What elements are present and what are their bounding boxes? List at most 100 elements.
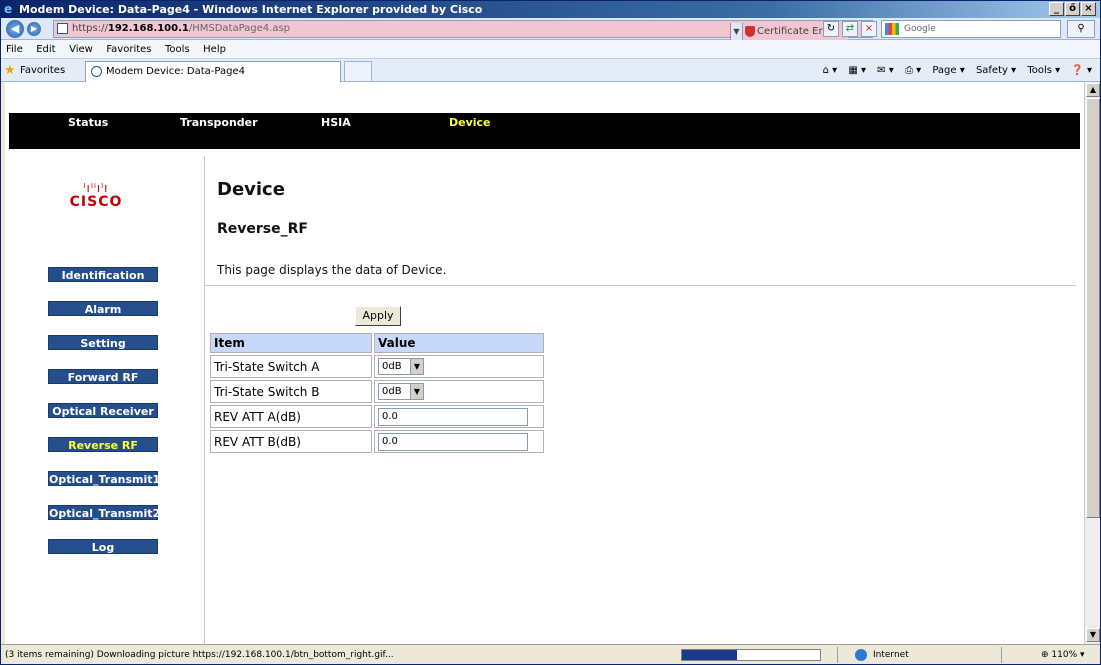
forward-button[interactable]: ▶ — [27, 22, 41, 36]
tri-state-switch-a-select[interactable]: 0dB ▼ — [378, 358, 424, 375]
search-placeholder: Google — [904, 24, 936, 34]
sidebar-item-forward-rf[interactable]: Forward RF — [48, 369, 158, 384]
page-description: This page displays the data of Device. — [217, 263, 447, 277]
page-menu[interactable]: Page ▾ — [932, 65, 964, 76]
select-value: 0dB — [382, 386, 402, 397]
stop-icon[interactable]: × — [861, 21, 877, 37]
help-icon[interactable]: ❓ ▾ — [1071, 65, 1092, 76]
column-header-value: Value — [374, 333, 544, 353]
favorites-bar: ★ Favorites Modem Device: Data-Page4 ⌂ ▾… — [1, 59, 1100, 82]
sidebar-item-log[interactable]: Log — [48, 539, 158, 554]
scroll-up-icon[interactable]: ▲ — [1086, 83, 1100, 97]
scroll-thumb[interactable] — [1086, 98, 1100, 518]
menu-edit[interactable]: Edit — [31, 40, 60, 59]
window-title: Modem Device: Data-Page4 - Windows Inter… — [19, 3, 483, 16]
data-table: Item Value Tri-State Switch A 0dB ▼ Tri-… — [208, 331, 546, 455]
row-label: Tri-State Switch A — [210, 355, 372, 378]
url-path: /HMSDataPage4.asp — [188, 23, 291, 34]
new-tab-button[interactable] — [344, 61, 372, 82]
menu-view[interactable]: View — [64, 40, 98, 59]
progress-fill — [682, 650, 738, 660]
search-icon[interactable]: ⚲ — [1067, 20, 1095, 38]
sidebar-item-alarm[interactable]: Alarm — [48, 301, 158, 316]
url-input[interactable]: https://192.168.100.1/HMSDataPage4.asp ▼… — [53, 20, 873, 41]
table-row: REV ATT A(dB) 0.0 — [210, 405, 544, 428]
page-viewport: Status Transponder HSIA Device ˡıˡˡıˡı C… — [5, 82, 1084, 644]
maximize-button[interactable]: ő — [1065, 2, 1080, 16]
chevron-down-icon[interactable]: ▼ — [410, 359, 423, 374]
menu-tools[interactable]: Tools — [160, 40, 195, 59]
minimize-button[interactable]: _ — [1049, 2, 1064, 16]
column-header-item: Item — [210, 333, 372, 353]
ie-logo-icon: e — [4, 2, 13, 16]
top-navigation: Status Transponder HSIA Device — [9, 113, 1080, 149]
address-dropdown-icon[interactable]: ▼ — [731, 23, 743, 40]
compat-view-icon[interactable]: ⇄ — [842, 21, 858, 37]
nav-transponder[interactable]: Transponder — [180, 116, 258, 129]
select-value: 0dB — [382, 361, 402, 372]
status-divider — [1001, 647, 1002, 663]
zoom-control[interactable]: ⊕ 110% ▾ — [1041, 645, 1085, 665]
tools-menu[interactable]: Tools ▾ — [1027, 65, 1060, 76]
nav-status[interactable]: Status — [68, 116, 108, 129]
tab-title: Modem Device: Data-Page4 — [106, 66, 245, 77]
progress-bar — [681, 649, 821, 661]
back-button[interactable]: ◀ — [6, 20, 24, 38]
chevron-down-icon[interactable]: ▼ — [410, 384, 423, 399]
scroll-down-icon[interactable]: ▼ — [1086, 628, 1100, 642]
address-bar: ◀ ▶ https://192.168.100.1/HMSDataPage4.a… — [1, 18, 1100, 41]
row-value-cell: 0dB ▼ — [374, 355, 544, 378]
search-input[interactable]: Google — [881, 20, 1061, 38]
nav-device[interactable]: Device — [449, 116, 491, 129]
sidebar-item-optical-receiver[interactable]: Optical Receiver — [48, 403, 158, 418]
url-host: 192.168.100.1 — [107, 23, 189, 34]
row-value-cell: 0.0 — [374, 405, 544, 428]
apply-button[interactable]: Apply — [355, 306, 401, 326]
globe-icon — [855, 649, 867, 661]
status-message: (3 items remaining) Downloading picture … — [5, 650, 394, 660]
print-icon[interactable]: ⎙ ▾ — [905, 65, 921, 76]
table-row: REV ATT B(dB) 0.0 — [210, 430, 544, 453]
divider — [205, 285, 1076, 286]
sidebar-item-optical-transmit1[interactable]: Optical_Transmit1 — [48, 471, 160, 486]
vertical-scrollbar[interactable]: ▲ ▼ — [1084, 82, 1100, 644]
rev-att-b-input[interactable]: 0.0 — [378, 432, 528, 451]
zone-label: Internet — [873, 650, 909, 660]
sidebar-item-optical-transmit2[interactable]: Optical_Transmit2 — [48, 505, 160, 520]
shield-icon — [745, 26, 755, 37]
rev-att-a-input[interactable]: 0.0 — [378, 407, 528, 426]
sidebar-item-reverse-rf[interactable]: Reverse RF — [48, 437, 158, 452]
favorites-button[interactable]: ★ Favorites — [4, 59, 65, 82]
page-icon — [57, 23, 68, 34]
sidebar-item-setting[interactable]: Setting — [48, 335, 158, 350]
tab-page-icon — [91, 66, 102, 77]
logo-word: CISCO — [69, 194, 123, 210]
menu-file[interactable]: File — [1, 40, 28, 59]
cisco-logo: ˡıˡˡıˡı CISCO — [61, 182, 131, 210]
mail-icon[interactable]: ✉ ▾ — [877, 65, 894, 76]
refresh-icon[interactable]: ↻ — [823, 21, 839, 37]
browser-window: e Modem Device: Data-Page4 - Windows Int… — [0, 0, 1101, 665]
menu-favorites[interactable]: Favorites — [101, 40, 156, 59]
nav-hsia[interactable]: HSIA — [321, 116, 351, 129]
status-divider — [837, 647, 838, 663]
logo-bars: ˡıˡˡıˡı — [83, 181, 109, 195]
feeds-icon[interactable]: ▦ ▾ — [848, 65, 866, 76]
table-row: Tri-State Switch B 0dB ▼ — [210, 380, 544, 403]
sidebar: ˡıˡˡıˡı CISCO Identification Alarm Setti… — [9, 156, 205, 644]
favorites-label: Favorites — [20, 65, 66, 76]
zoom-level: 110% — [1051, 650, 1078, 660]
row-label: REV ATT B(dB) — [210, 430, 372, 453]
safety-menu[interactable]: Safety ▾ — [976, 65, 1016, 76]
table-row: Tri-State Switch A 0dB ▼ — [210, 355, 544, 378]
menu-help[interactable]: Help — [198, 40, 231, 59]
close-button[interactable]: × — [1081, 2, 1096, 16]
url-scheme: https:// — [72, 23, 108, 34]
home-icon[interactable]: ⌂ ▾ — [823, 65, 838, 76]
command-bar: ⌂ ▾ ▦ ▾ ✉ ▾ ⎙ ▾ Page ▾ Safety ▾ Tools ▾ … — [815, 59, 1092, 82]
row-label: Tri-State Switch B — [210, 380, 372, 403]
sidebar-item-identification[interactable]: Identification — [48, 267, 158, 282]
tri-state-switch-b-select[interactable]: 0dB ▼ — [378, 383, 424, 400]
browser-tab[interactable]: Modem Device: Data-Page4 — [85, 61, 341, 82]
menu-bar: File Edit View Favorites Tools Help — [1, 40, 1100, 59]
